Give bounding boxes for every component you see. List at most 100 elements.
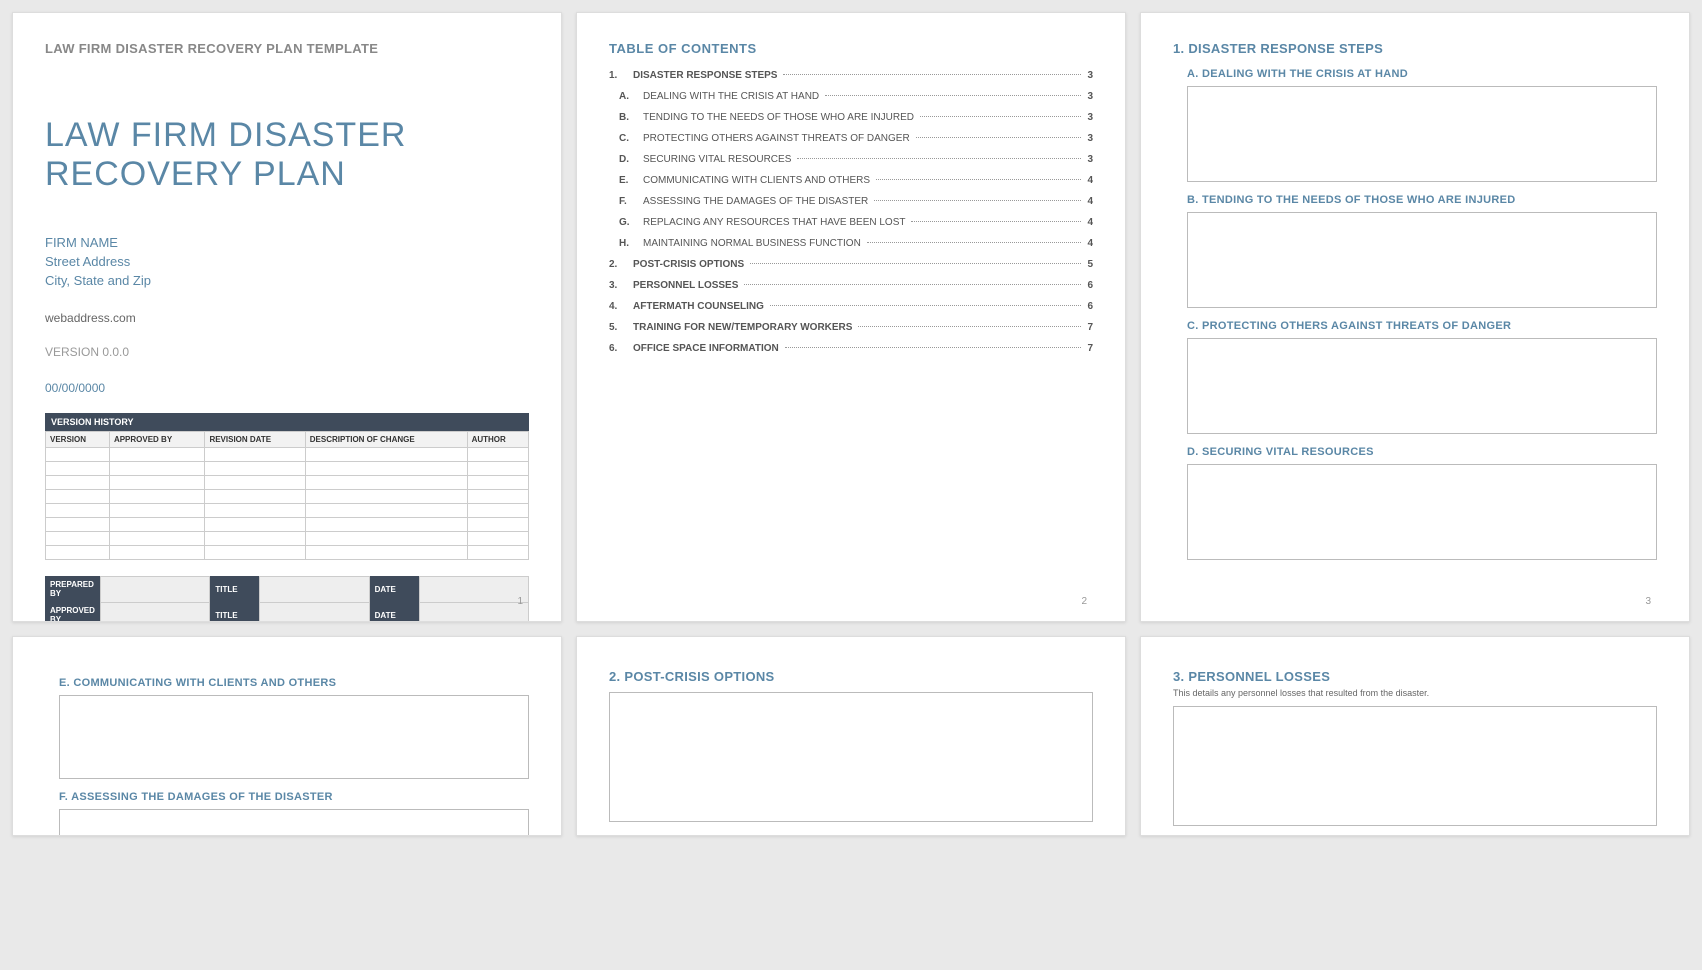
toc-page: 6 [1087,280,1093,291]
prepared-by-label: PREPARED BY [45,576,100,602]
template-header: LAW FIRM DISASTER RECOVERY PLAN TEMPLATE [45,41,529,56]
toc-text: TENDING TO THE NEEDS OF THOSE WHO ARE IN… [643,112,914,123]
sub-b-box[interactable] [1187,212,1657,308]
sub-d-box[interactable] [1187,464,1657,560]
date-field[interactable] [419,576,528,602]
sub-f-box[interactable] [59,809,529,836]
title-field-2[interactable] [260,602,369,622]
table-row [46,531,529,545]
personnel-box[interactable] [1173,706,1657,826]
firm-street: Street Address [45,253,529,272]
sub-c-box[interactable] [1187,338,1657,434]
toc-item: D. SECURING VITAL RESOURCES 3 [609,154,1093,165]
toc-page: 3 [1087,154,1093,165]
title-label-2: TITLE [210,602,260,622]
approved-by-field[interactable] [100,602,209,622]
approved-by-label: APPROVED BY [45,602,100,622]
toc-page: 4 [1087,238,1093,249]
toc-item: 3.PERSONNEL LOSSES6 [609,280,1093,291]
toc-page: 3 [1087,133,1093,144]
toc-text: COMMUNICATING WITH CLIENTS AND OTHERS [643,175,870,186]
toc-text: ASSESSING THE DAMAGES OF THE DISASTER [643,196,868,207]
toc-num: D. [619,154,637,165]
toc-dots [867,242,1082,243]
toc-dots [785,347,1082,348]
col-revdate: REVISION DATE [205,431,305,447]
toc-page: 3 [1087,91,1093,102]
toc-item: 6. OFFICE SPACE INFORMATION 7 [609,343,1093,354]
col-approved: APPROVED BY [109,431,205,447]
page-2: TABLE OF CONTENTS 1.DISASTER RESPONSE ST… [576,12,1126,622]
sub-e-box[interactable] [59,695,529,779]
document-title: LAW FIRM DISASTER RECOVERY PLAN [45,116,529,194]
toc-num: A. [619,91,637,102]
toc-num: 1. [609,70,627,81]
toc-dots [876,179,1081,180]
table-row [46,447,529,461]
table-row [46,475,529,489]
page-5: 2. POST-CRISIS OPTIONS [576,636,1126,836]
table-row [46,461,529,475]
toc-dots [750,263,1081,264]
sub-d-title: D. SECURING VITAL RESOURCES [1187,446,1657,458]
page-number: 2 [1081,596,1087,607]
page-3: 1. DISASTER RESPONSE STEPS A. DEALING WI… [1140,12,1690,622]
toc-list: 1.DISASTER RESPONSE STEPS3A.DEALING WITH… [609,70,1093,354]
section-3-title: 3. PERSONNEL LOSSES [1173,669,1657,684]
toc-item: H.MAINTAINING NORMAL BUSINESS FUNCTION4 [609,238,1093,249]
doc-version: VERSION 0.0.0 [45,345,529,359]
toc-dots [825,95,1081,96]
section-2-title: 2. POST-CRISIS OPTIONS [609,669,1093,684]
toc-page: 7 [1087,343,1093,354]
version-history-table: VERSION APPROVED BY REVISION DATE DESCRI… [45,431,529,560]
toc-page: 5 [1087,259,1093,270]
toc-text: PROTECTING OTHERS AGAINST THREATS OF DAN… [643,133,910,144]
sub-b-title: B. TENDING TO THE NEEDS OF THOSE WHO ARE… [1187,194,1657,206]
toc-page: 3 [1087,112,1093,123]
toc-dots [744,284,1081,285]
toc-num: C. [619,133,637,144]
toc-item: E.COMMUNICATING WITH CLIENTS AND OTHERS4 [609,175,1093,186]
toc-dots [874,200,1081,201]
toc-num: B. [619,112,637,123]
toc-text: REPLACING ANY RESOURCES THAT HAVE BEEN L… [643,217,905,228]
post-crisis-box[interactable] [609,692,1093,822]
toc-text: OFFICE SPACE INFORMATION [633,343,779,354]
section-3-desc: This details any personnel losses that r… [1173,688,1657,698]
title-field[interactable] [260,576,369,602]
sub-f-title: F. ASSESSING THE DAMAGES OF THE DISASTER [59,791,529,803]
toc-item: G.REPLACING ANY RESOURCES THAT HAVE BEEN… [609,217,1093,228]
page-number: 3 [1645,596,1651,607]
toc-text: POST-CRISIS OPTIONS [633,259,744,270]
toc-dots [920,116,1081,117]
firm-info-block: FIRM NAME Street Address City, State and… [45,234,529,291]
toc-item: 2. POST-CRISIS OPTIONS 5 [609,259,1093,270]
toc-item: 5.TRAINING FOR NEW/TEMPORARY WORKERS7 [609,322,1093,333]
toc-text: MAINTAINING NORMAL BUSINESS FUNCTION [643,238,861,249]
prepared-by-field[interactable] [100,576,209,602]
toc-num: 4. [609,301,627,312]
toc-text: DISASTER RESPONSE STEPS [633,70,777,81]
date-field-2[interactable] [419,602,528,622]
col-desc: DESCRIPTION OF CHANGE [305,431,467,447]
sub-e-title: E. COMMUNICATING WITH CLIENTS AND OTHERS [59,677,529,689]
sub-a-box[interactable] [1187,86,1657,182]
toc-num: E. [619,175,637,186]
toc-text: SECURING VITAL RESOURCES [643,154,791,165]
toc-num: F. [619,196,637,207]
toc-num: 5. [609,322,627,333]
page-number: 1 [517,596,523,607]
toc-item: F. ASSESSING THE DAMAGES OF THE DISASTER 4 [609,196,1093,207]
toc-page: 4 [1087,196,1093,207]
sub-a-title: A. DEALING WITH THE CRISIS AT HAND [1187,68,1657,80]
toc-item: C. PROTECTING OTHERS AGAINST THREATS OF D… [609,133,1093,144]
toc-page: 3 [1087,70,1093,81]
section-1-title: 1. DISASTER RESPONSE STEPS [1173,41,1657,56]
toc-num: 2. [609,259,627,270]
table-row [46,489,529,503]
toc-dots [797,158,1081,159]
toc-page: 7 [1087,322,1093,333]
toc-text: PERSONNEL LOSSES [633,280,738,291]
toc-num: 6. [609,343,627,354]
col-version: VERSION [46,431,110,447]
